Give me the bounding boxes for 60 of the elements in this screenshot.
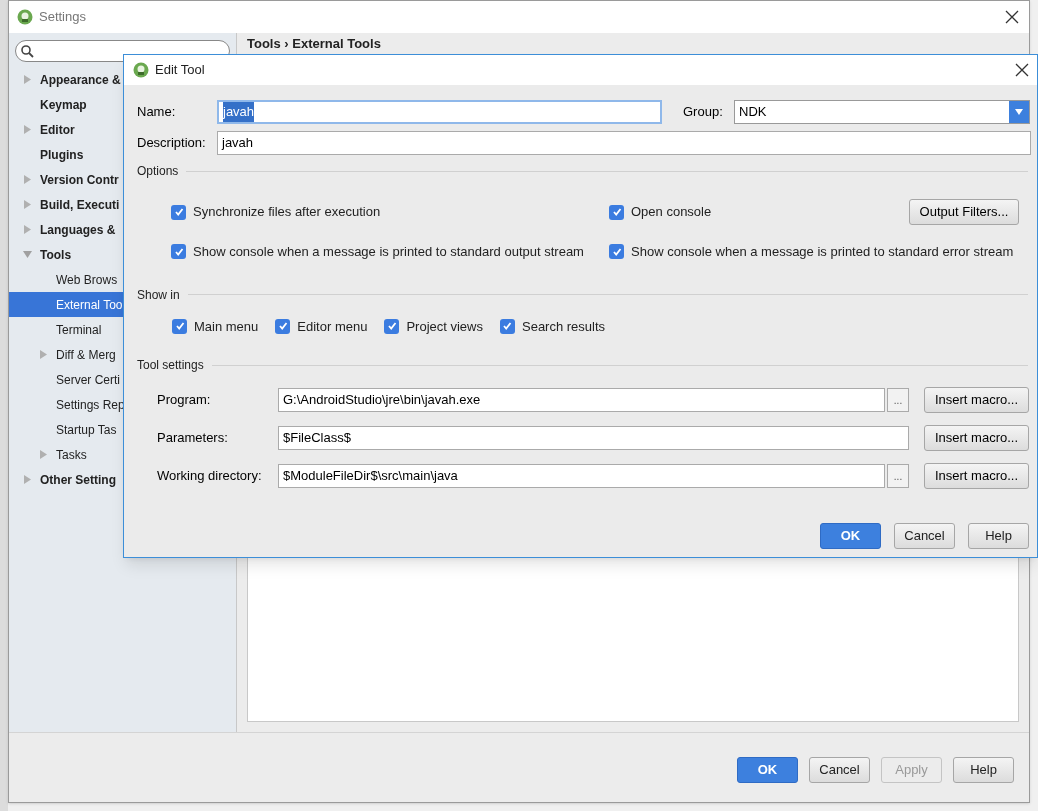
field-label: Description: bbox=[137, 134, 207, 153]
check-icon bbox=[277, 321, 288, 332]
browse-button[interactable]: ... bbox=[887, 464, 909, 488]
output-filters-button[interactable]: Output Filters... bbox=[909, 199, 1019, 225]
check-icon bbox=[173, 207, 184, 217]
insert-macro-button[interactable]: Insert macro... bbox=[924, 387, 1029, 413]
window-title: Settings bbox=[39, 8, 87, 27]
path-field[interactable]: G:\AndroidStudio\jre\bin\javah.exe bbox=[278, 388, 885, 412]
field-value: javah bbox=[223, 102, 255, 122]
description-field[interactable]: javah bbox=[217, 131, 1031, 155]
checkbox-label: Show console when a message is printed to standard output stream bbox=[193, 243, 584, 261]
checkbox[interactable] bbox=[500, 318, 515, 334]
checkbox[interactable] bbox=[609, 244, 624, 260]
ok-button[interactable]: OK bbox=[820, 523, 881, 549]
check-icon bbox=[174, 321, 185, 332]
checkbox[interactable] bbox=[275, 318, 291, 334]
checkbox-label: Synchronize files after execution bbox=[193, 203, 381, 222]
check-icon bbox=[173, 246, 184, 257]
field-label: Name: bbox=[137, 103, 177, 122]
checkbox-label: Editor menu bbox=[297, 317, 368, 336]
section-title: Options bbox=[137, 163, 179, 180]
checkbox-label: Open console bbox=[631, 203, 712, 222]
close-icon[interactable] bbox=[1005, 10, 1019, 24]
checkbox-label: Show console when a message is printed to standard error stream bbox=[631, 243, 1014, 261]
field-label: Program: bbox=[157, 391, 212, 410]
ok-button[interactable]: OK bbox=[737, 756, 798, 783]
checkbox-label: Main menu bbox=[194, 317, 259, 336]
group-dropdown[interactable]: NDK bbox=[734, 100, 1030, 124]
close-icon[interactable] bbox=[1015, 63, 1029, 77]
checkbox-label: Project views bbox=[406, 317, 483, 336]
insert-macro-button[interactable]: Insert macro... bbox=[924, 463, 1029, 489]
breadcrumb: Tools › External Tools bbox=[247, 36, 382, 52]
path-field[interactable]: $ModuleFileDir$\src\main\java bbox=[278, 464, 885, 488]
checkbox-label: Search results bbox=[522, 317, 606, 336]
search-icon bbox=[20, 44, 34, 58]
check-icon bbox=[611, 207, 622, 217]
check-icon bbox=[611, 246, 622, 257]
dropdown-arrow-icon bbox=[1015, 109, 1023, 115]
dialog-title: Edit Tool bbox=[155, 61, 206, 80]
field-label: Group: bbox=[683, 103, 724, 122]
dialog-button[interactable]: Help bbox=[953, 756, 1014, 783]
dialog-button[interactable]: Cancel bbox=[809, 756, 870, 783]
check-icon bbox=[386, 321, 397, 332]
field-label: Working directory: bbox=[157, 467, 263, 486]
checkbox[interactable] bbox=[384, 318, 400, 334]
check-icon bbox=[502, 321, 513, 332]
checkbox[interactable] bbox=[171, 244, 186, 260]
section-title: Tool settings bbox=[137, 357, 204, 374]
checkbox[interactable] bbox=[171, 204, 186, 220]
android-logo-icon bbox=[133, 62, 149, 78]
path-field[interactable]: $FileClass$ bbox=[278, 426, 909, 450]
checkbox[interactable] bbox=[172, 318, 187, 334]
dialog-button[interactable]: Cancel bbox=[894, 523, 955, 549]
android-logo-icon bbox=[17, 9, 33, 25]
insert-macro-button[interactable]: Insert macro... bbox=[924, 425, 1029, 451]
name-field[interactable]: javah bbox=[217, 100, 662, 124]
browse-button[interactable]: ... bbox=[887, 388, 909, 412]
checkbox[interactable] bbox=[609, 204, 624, 220]
dialog-button[interactable]: Help bbox=[968, 523, 1029, 549]
collapse-arrow-icon[interactable] bbox=[23, 250, 32, 259]
